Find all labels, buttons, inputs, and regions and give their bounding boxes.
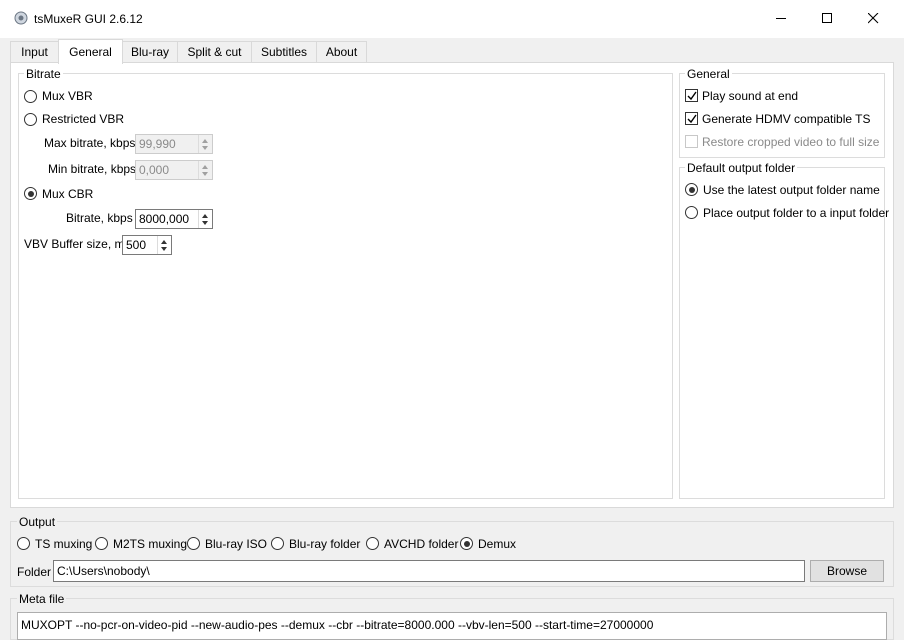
vbv-buffer-arrows[interactable] [157, 236, 171, 254]
meta-file-line: MUXOPT --no-pcr-on-video-pid --new-audio… [21, 618, 654, 632]
bitrate-label: Bitrate, kbps [66, 211, 133, 225]
folder-label: Folder [17, 565, 52, 579]
input-folder-radio[interactable] [685, 206, 698, 219]
avchd-folder-label: AVCHD folder [384, 537, 459, 551]
play-sound-checkbox[interactable] [685, 89, 698, 102]
meta-file-title: Meta file [17, 592, 67, 606]
mux-vbr-label: Mux VBR [42, 89, 93, 103]
mux-vbr-radio[interactable] [24, 90, 37, 103]
tab-input[interactable]: Input [10, 41, 59, 63]
hdmv-checkbox[interactable] [685, 112, 698, 125]
tab-about[interactable]: About [316, 41, 367, 63]
output-folder-input[interactable]: C:\Users\nobody\ [53, 560, 805, 582]
blu-ray-folder-label: Blu-ray folder [289, 537, 361, 551]
restore-cropped-label: Restore cropped video to full size [702, 135, 880, 149]
default-output-folder-group: Default output folder Use the latest out… [679, 161, 889, 499]
maximize-button[interactable] [805, 0, 851, 38]
blu-ray-iso-radio[interactable] [187, 537, 200, 550]
meta-file-text[interactable]: MUXOPT --no-pcr-on-video-pid --new-audio… [17, 612, 887, 640]
max-bitrate-arrows[interactable] [198, 135, 212, 153]
latest-folder-label: Use the latest output folder name [703, 183, 880, 197]
checkmark-icon [687, 114, 697, 124]
tab-blu-ray[interactable]: Blu-ray [122, 41, 178, 63]
spin-down-icon [202, 221, 208, 225]
ts-muxing-radio[interactable] [17, 537, 30, 550]
spin-up-icon [202, 214, 208, 218]
vbv-buffer-spinbox[interactable]: 500 [122, 235, 172, 255]
checkmark-icon [687, 91, 697, 101]
default-output-folder-title: Default output folder [685, 161, 798, 175]
m2ts-muxing-radio[interactable] [95, 537, 108, 550]
blu-ray-iso-label: Blu-ray ISO [205, 537, 268, 551]
mux-cbr-label: Mux CBR [42, 187, 94, 201]
restricted-vbr-radio[interactable] [24, 113, 37, 126]
min-bitrate-spinbox[interactable]: 0,000 [135, 160, 213, 180]
tab-subtitles[interactable]: Subtitles [251, 41, 317, 63]
output-group-title: Output [17, 515, 58, 529]
bitrate-spinbox[interactable]: 8000,000 [135, 209, 213, 229]
bitrate-value: 8000,000 [139, 212, 190, 226]
vbv-buffer-label: VBV Buffer size, ms [24, 237, 131, 251]
blu-ray-folder-radio[interactable] [271, 537, 284, 550]
output-folder-value: C:\Users\nobody\ [57, 564, 150, 578]
min-bitrate-arrows[interactable] [198, 161, 212, 179]
spin-up-icon [202, 165, 208, 169]
minimize-icon [776, 18, 786, 19]
tab-split-cut[interactable]: Split & cut [177, 41, 252, 63]
restore-cropped-checkbox[interactable] [685, 135, 698, 148]
max-bitrate-spinbox[interactable]: 99,990 [135, 134, 213, 154]
latest-folder-radio[interactable] [685, 183, 698, 196]
hdmv-label: Generate HDMV compatible TS [702, 112, 871, 126]
restricted-vbr-label: Restricted VBR [42, 112, 125, 126]
general-tab-panel: Bitrate Mux VBR Restricted VBR Max bitra… [10, 62, 894, 508]
min-bitrate-label: Min bitrate, kbps [48, 162, 137, 176]
spin-up-icon [161, 240, 167, 244]
maximize-icon [822, 13, 832, 23]
main-window: tsMuxeR GUI 2.6.12 Input General Blu-ray… [0, 0, 904, 640]
bitrate-group-title: Bitrate [24, 67, 63, 81]
m2ts-muxing-label: M2TS muxing [113, 537, 188, 551]
minimize-button[interactable] [759, 0, 805, 38]
input-folder-label: Place output folder to a input folder [703, 206, 890, 220]
max-bitrate-label: Max bitrate, kbps [44, 136, 136, 150]
meta-file-group: Meta file MUXOPT --no-pcr-on-video-pid -… [10, 592, 894, 640]
bitrate-group: Bitrate Mux VBR Restricted VBR Max bitra… [18, 67, 673, 499]
tab-general[interactable]: General [58, 39, 123, 64]
ts-muxing-label: TS muxing [35, 537, 93, 551]
spin-up-icon [202, 139, 208, 143]
min-bitrate-value: 0,000 [139, 163, 170, 177]
mux-cbr-radio[interactable] [24, 187, 37, 200]
demux-radio[interactable] [460, 537, 473, 550]
max-bitrate-value: 99,990 [139, 137, 176, 151]
avchd-folder-radio[interactable] [366, 537, 379, 550]
general-options-group: General Play sound at end Generate HDMV … [679, 67, 885, 158]
app-icon [14, 11, 28, 25]
close-button[interactable] [851, 0, 897, 38]
general-group-title: General [685, 67, 732, 81]
vbv-buffer-value: 500 [126, 238, 147, 252]
close-icon [868, 13, 879, 24]
title-bar: tsMuxeR GUI 2.6.12 [0, 0, 904, 38]
play-sound-label: Play sound at end [702, 89, 799, 103]
window-title: tsMuxeR GUI 2.6.12 [34, 12, 143, 26]
demux-label: Demux [478, 537, 517, 551]
browse-button[interactable]: Browse [810, 560, 884, 582]
spin-down-icon [202, 146, 208, 150]
spin-down-icon [202, 172, 208, 176]
spin-down-icon [161, 247, 167, 251]
bitrate-arrows[interactable] [198, 210, 212, 228]
output-group: Output TS muxing M2TS muxing Blu-ray ISO… [10, 515, 894, 587]
